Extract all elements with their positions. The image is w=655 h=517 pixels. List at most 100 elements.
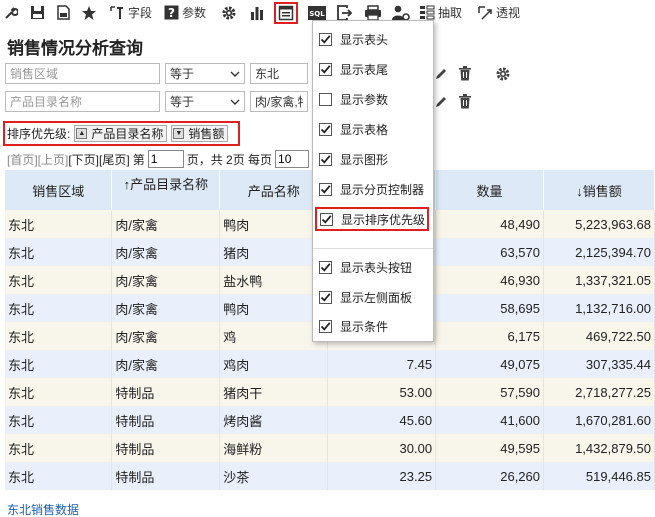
first-page-link[interactable]: [首页] xyxy=(7,151,38,168)
chart-button[interactable] xyxy=(248,2,266,24)
cell-quantity: 49,075 xyxy=(435,350,544,378)
sort-label: 排序优先级: xyxy=(7,127,71,141)
export-icon xyxy=(336,4,354,22)
column-header[interactable]: 数量 xyxy=(435,170,544,210)
checkbox xyxy=(319,92,332,106)
menu-item-label: 显示表头 xyxy=(340,32,389,47)
cell-region: 东北 xyxy=(5,210,113,238)
menu-item-show-footer[interactable]: 显示表尾 xyxy=(319,57,429,81)
prev-page-link[interactable]: [上页] xyxy=(38,151,69,168)
cell-region: 东北 xyxy=(5,462,113,490)
favorite-button[interactable] xyxy=(80,2,98,24)
edit-icon[interactable] xyxy=(432,65,450,83)
delete-icon[interactable] xyxy=(456,65,474,83)
menu-item-show-header[interactable]: 显示表头 xyxy=(319,27,429,51)
page-number-input[interactable] xyxy=(147,150,184,168)
checkbox xyxy=(319,32,332,46)
last-page-link[interactable]: [尾页] xyxy=(99,151,130,168)
chart-icon xyxy=(248,4,266,22)
cell-price: 7.45 xyxy=(327,350,437,378)
chevron-down-icon xyxy=(230,97,240,107)
cell-quantity: 26,260 xyxy=(435,462,544,490)
operator-select[interactable]: 等于 xyxy=(165,63,245,84)
cell-quantity: 6,175 xyxy=(435,322,544,350)
layout-icon xyxy=(277,4,295,22)
sort-asc-icon: ▲ xyxy=(76,128,88,139)
chevron-down-icon xyxy=(230,69,240,79)
cell-price: 23.25 xyxy=(327,462,437,490)
cell-quantity: 48,490 xyxy=(435,210,544,238)
menu-item-show-conditions[interactable]: 显示条件 xyxy=(319,314,429,338)
menu-item-label: 显示左侧面板 xyxy=(340,290,413,305)
column-header[interactable]: ↑产品目录名称 xyxy=(111,170,221,210)
svg-text:?: ? xyxy=(168,6,175,20)
menu-item-show-pager[interactable]: 显示分页控制器 xyxy=(319,177,429,201)
value-input[interactable] xyxy=(250,63,308,84)
save-button[interactable] xyxy=(28,2,46,24)
tool-button[interactable] xyxy=(2,2,20,24)
menu-item-label: 显示表头按钮 xyxy=(340,260,413,275)
save-as-icon xyxy=(54,4,72,22)
cell-category: 肉/家禽 xyxy=(111,210,221,238)
cell-price: 30.00 xyxy=(327,434,437,462)
settings-button[interactable] xyxy=(220,2,238,24)
cell-region: 东北 xyxy=(5,406,113,434)
cell-product: 沙茶 xyxy=(219,462,329,490)
cell-sales: 2,718,277.25 xyxy=(543,378,655,406)
pivot-button[interactable]: 透视 xyxy=(476,2,520,24)
sort-desc-icon: ▼ xyxy=(173,128,185,139)
svg-text:SQL: SQL xyxy=(309,10,325,18)
save-icon xyxy=(28,4,46,22)
cell-product: 鸡肉 xyxy=(219,350,329,378)
wrench-icon xyxy=(2,4,20,22)
value-input[interactable] xyxy=(250,91,308,112)
sort-chip-sales[interactable]: ▼ 销售额 xyxy=(171,125,229,142)
cell-category: 肉/家禽 xyxy=(111,294,221,322)
cell-category: 肉/家禽 xyxy=(111,350,221,378)
menu-item-show-params[interactable]: 显示参数 xyxy=(319,87,429,111)
layout-button[interactable] xyxy=(274,1,299,24)
column-header[interactable]: 销售区域 xyxy=(5,170,113,210)
sort-chip-label: 产品目录名称 xyxy=(91,127,164,141)
cell-price: 53.00 xyxy=(327,378,437,406)
cell-sales: 519,446.85 xyxy=(543,462,655,490)
gear-icon[interactable] xyxy=(494,65,512,83)
cell-sales: 469,722.50 xyxy=(543,322,655,350)
menu-item-show-sort-priority[interactable]: 显示排序优先级 xyxy=(315,207,429,231)
menu-item-label: 显示分页控制器 xyxy=(340,182,425,197)
operator-select[interactable]: 等于 xyxy=(165,91,245,112)
menu-item-label: 显示表格 xyxy=(340,122,389,137)
table-row: 东北 特制品 猪肉干 53.00 57,590 2,718,277.25 xyxy=(5,378,655,406)
cell-region: 东北 xyxy=(5,350,113,378)
menu-item-show-left-panel[interactable]: 显示左侧面板 xyxy=(319,285,429,309)
edit-icon[interactable] xyxy=(432,93,450,111)
delete-icon[interactable] xyxy=(456,93,474,111)
menu-item-label: 显示表尾 xyxy=(340,62,389,77)
field-input[interactable] xyxy=(5,63,160,84)
extract-label: 抽取 xyxy=(438,6,463,20)
param-label: 参数 xyxy=(182,6,207,20)
field-input[interactable] xyxy=(5,91,160,112)
next-page-link[interactable]: [下页] xyxy=(68,151,99,168)
sort-priority-bar: 排序优先级: ▲ 产品目录名称 ▼ 销售额 xyxy=(3,121,240,146)
checkbox xyxy=(319,122,332,136)
footer-link[interactable]: 东北销售数据 xyxy=(7,501,79,517)
param-button[interactable]: ? 参数 xyxy=(162,2,206,24)
cell-quantity: 49,595 xyxy=(435,434,544,462)
checkbox xyxy=(319,260,332,274)
cell-sales: 5,223,963.68 xyxy=(543,210,655,238)
table-row: 东北 特制品 海鲜粉 30.00 49,595 1,432,879.50 xyxy=(5,434,655,462)
menu-item-show-header-buttons[interactable]: 显示表头按钮 xyxy=(319,255,429,279)
menu-item-show-table[interactable]: 显示表格 xyxy=(319,117,429,141)
page-size-input[interactable] xyxy=(275,150,310,168)
column-header[interactable]: ↓销售额 xyxy=(543,170,655,210)
cell-sales: 1,432,879.50 xyxy=(543,434,655,462)
sort-chip-category[interactable]: ▲ 产品目录名称 xyxy=(74,125,168,142)
menu-item-label: 显示图形 xyxy=(340,152,389,167)
field-button[interactable]: 字段 xyxy=(108,2,152,24)
table-row: 东北 特制品 烤肉酱 45.60 41,600 1,670,281.60 xyxy=(5,406,655,434)
display-options-menu: 显示表头 显示表尾 显示参数 显示表格 显示图形 显示分页控制器 显示排序优先级… xyxy=(312,20,434,342)
save-as-button[interactable] xyxy=(54,2,72,24)
checkbox xyxy=(319,319,332,333)
menu-item-show-chart[interactable]: 显示图形 xyxy=(319,147,429,171)
